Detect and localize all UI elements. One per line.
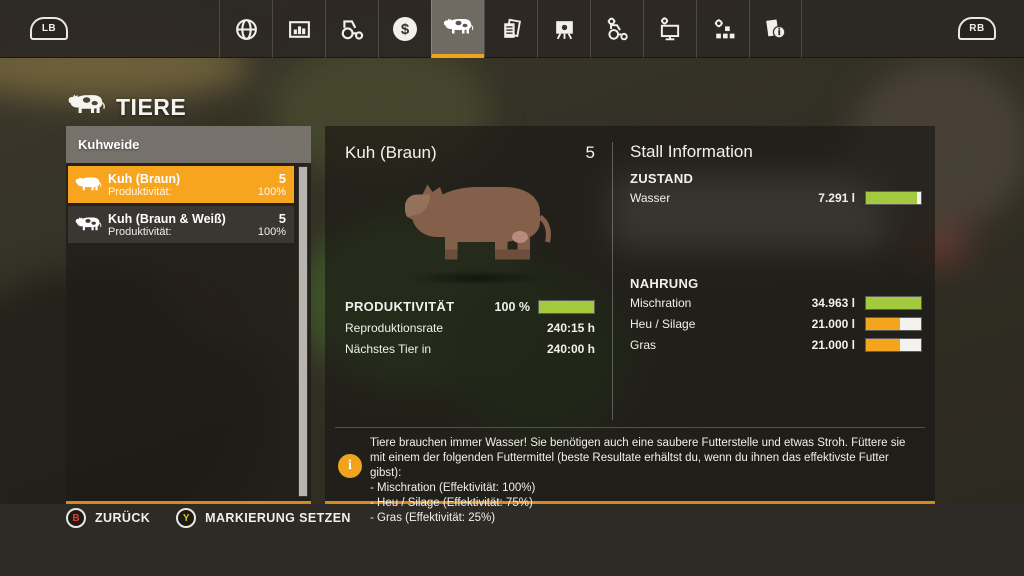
list-item-kuh-braun-weiss[interactable]: Kuh (Braun & Weiß) 5 Produktivität: 100% bbox=[68, 206, 294, 243]
detail-title: Kuh (Braun) bbox=[345, 143, 437, 163]
info-item: - Mischration (Effektivität: 100%) bbox=[370, 481, 919, 496]
info-item: - Gras (Effektivität: 25%) bbox=[370, 511, 919, 526]
vehicle-service-icon bbox=[604, 16, 630, 42]
info-item: - Heu / Silage (Effektivität: 75%) bbox=[370, 496, 919, 511]
animal-count: 5 bbox=[279, 211, 286, 226]
set-marker-button[interactable]: Y MARKIERUNG SETZEN bbox=[176, 508, 351, 528]
cow-preview bbox=[395, 174, 555, 289]
info-intro: Tiere brauchen immer Wasser! Sie benötig… bbox=[370, 436, 919, 481]
feeding-info-box: i Tiere brauchen immer Wasser! Sie benöt… bbox=[325, 428, 935, 501]
game-screen: LB bbox=[0, 0, 1024, 576]
row-label: Mischration bbox=[630, 296, 735, 310]
row-label: Reproduktionsrate bbox=[345, 321, 443, 335]
menu-tabs: $ bbox=[219, 0, 802, 58]
left-bumper-hint[interactable]: LB bbox=[30, 17, 68, 40]
productivity-label: Produktivität: bbox=[108, 186, 172, 198]
cow-shadow bbox=[407, 270, 545, 286]
mixed-ration-row: Mischration 34.963 l bbox=[630, 295, 922, 310]
tab-display-settings[interactable] bbox=[643, 0, 696, 58]
globe-icon bbox=[234, 17, 259, 42]
row-value: 21.000 l bbox=[735, 317, 855, 331]
row-value: 240:15 h bbox=[547, 321, 595, 335]
cow-icon bbox=[442, 16, 474, 38]
gamepad-b-icon: B bbox=[66, 508, 86, 528]
cow-icon bbox=[74, 175, 108, 194]
contracts-icon bbox=[499, 17, 524, 42]
row-label: Wasser bbox=[630, 191, 735, 205]
row-value: 21.000 l bbox=[735, 338, 855, 352]
tab-vehicle-service[interactable] bbox=[590, 0, 643, 58]
statistics-icon bbox=[287, 17, 312, 42]
brown-cow-image bbox=[395, 174, 555, 280]
info-text: Tiere brauchen immer Wasser! Sie benötig… bbox=[370, 436, 919, 526]
detail-count: 5 bbox=[445, 143, 595, 163]
tab-map-board[interactable] bbox=[537, 0, 590, 58]
productivity-label: Produktivität: bbox=[108, 226, 172, 238]
display-settings-icon bbox=[657, 16, 683, 42]
mixed-ration-bar bbox=[865, 296, 922, 310]
food-heading: NAHRUNG bbox=[630, 276, 699, 291]
condition-heading: ZUSTAND bbox=[630, 171, 693, 186]
productivity-percent: 100 % bbox=[435, 300, 530, 314]
grass-row: Gras 21.000 l bbox=[630, 337, 922, 352]
spotted-cow-icon bbox=[74, 215, 108, 234]
button-hints: B ZURÜCK Y MARKIERUNG SETZEN bbox=[66, 508, 351, 528]
tab-vehicles[interactable] bbox=[325, 0, 378, 58]
tractor-icon bbox=[339, 16, 365, 42]
game-settings-icon bbox=[711, 17, 736, 42]
sidebar-scrollbar[interactable] bbox=[298, 166, 308, 497]
reproduction-rate-row: Reproduktionsrate 240:15 h bbox=[345, 321, 595, 335]
productivity-value: 100% bbox=[258, 186, 286, 198]
cow-icon bbox=[66, 92, 106, 123]
next-animal-row: Nächstes Tier in 240:00 h bbox=[345, 342, 595, 356]
stall-info-title: Stall Information bbox=[630, 142, 753, 162]
gamepad-y-icon: Y bbox=[176, 508, 196, 528]
row-value: 7.291 l bbox=[735, 191, 855, 205]
tab-contracts[interactable] bbox=[484, 0, 537, 58]
vertical-divider bbox=[612, 142, 613, 420]
productivity-bar bbox=[538, 300, 595, 314]
hay-silage-bar bbox=[865, 317, 922, 331]
row-value: 34.963 l bbox=[735, 296, 855, 310]
water-row: Wasser 7.291 l bbox=[630, 190, 922, 205]
dollar-coin-icon: $ bbox=[393, 17, 417, 41]
list-item-kuh-braun[interactable]: Kuh (Braun) 5 Produktivität: 100% bbox=[68, 166, 294, 203]
set-marker-label: MARKIERUNG SETZEN bbox=[205, 511, 351, 525]
animal-name: Kuh (Braun) bbox=[108, 172, 180, 186]
tab-globe[interactable] bbox=[219, 0, 272, 58]
top-menu-bar: LB bbox=[0, 0, 1024, 58]
map-board-icon bbox=[552, 17, 577, 42]
tab-animals[interactable] bbox=[431, 0, 484, 58]
tab-finances[interactable]: $ bbox=[378, 0, 431, 58]
page-title: TIERE bbox=[66, 92, 186, 123]
grass-bar bbox=[865, 338, 922, 352]
animal-name: Kuh (Braun & Weiß) bbox=[108, 212, 226, 226]
animal-list-panel: Kuhweide Kuh (Braun) 5 Produktivität: 10 bbox=[66, 126, 311, 504]
right-bumper-hint[interactable]: RB bbox=[958, 17, 996, 40]
row-label: Nächstes Tier in bbox=[345, 342, 431, 356]
back-label: ZURÜCK bbox=[95, 511, 150, 525]
pasture-header: Kuhweide bbox=[66, 126, 311, 163]
hay-silage-row: Heu / Silage 21.000 l bbox=[630, 316, 922, 331]
row-value: 240:00 h bbox=[547, 342, 595, 356]
info-icon: i bbox=[338, 454, 362, 478]
tab-game-settings[interactable] bbox=[696, 0, 749, 58]
back-button[interactable]: B ZURÜCK bbox=[66, 508, 150, 528]
row-label: Heu / Silage bbox=[630, 317, 735, 331]
page-title-text: TIERE bbox=[116, 94, 186, 121]
tab-statistics[interactable] bbox=[272, 0, 325, 58]
help-info-icon bbox=[763, 17, 788, 42]
tab-help[interactable] bbox=[749, 0, 802, 58]
water-bar bbox=[865, 191, 922, 205]
productivity-value: 100% bbox=[258, 226, 286, 238]
animal-count: 5 bbox=[279, 171, 286, 186]
animal-detail-panel: Kuh (Braun) 5 PRODUKTIVITÄT 100 % Reprod… bbox=[325, 126, 935, 504]
animal-list: Kuh (Braun) 5 Produktivität: 100% bbox=[66, 163, 311, 243]
scrollbar-thumb[interactable] bbox=[299, 167, 307, 496]
row-label: Gras bbox=[630, 338, 735, 352]
